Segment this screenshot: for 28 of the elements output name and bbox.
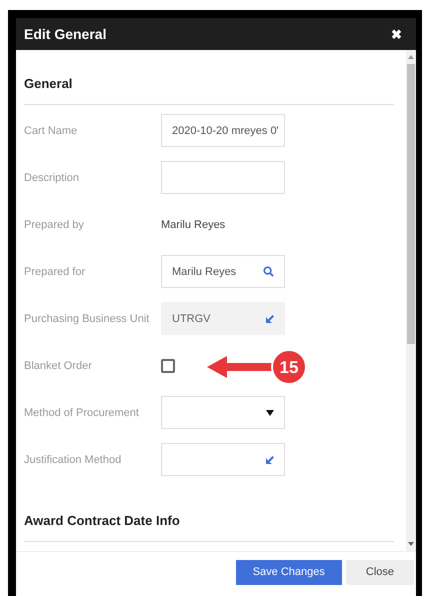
search-icon[interactable] [263, 266, 274, 277]
callout-drawing: 15 [207, 348, 307, 386]
close-button[interactable]: ✖ [391, 26, 402, 42]
scroll-up-icon[interactable] [408, 54, 414, 60]
field-label: Description [24, 172, 80, 184]
save-button[interactable]: Save Changes [236, 560, 342, 584]
section-title: Award Contract Date Info [24, 483, 394, 542]
field-label: Justification Method [24, 454, 122, 466]
field-label: Purchasing Business Unit [24, 312, 150, 324]
search-field[interactable]: Marilu Reyes [161, 255, 285, 288]
field-label: Blanket Order [24, 360, 93, 372]
arrow-icon[interactable] [266, 456, 274, 464]
dialog-title: Edit General [24, 26, 106, 42]
dropdown-field[interactable] [161, 396, 285, 429]
lookup-field[interactable] [161, 443, 285, 476]
text-field[interactable]: 2020-10-20 mreyes 0' [161, 114, 285, 147]
field-label: Cart Name [24, 124, 78, 136]
checkbox[interactable] [161, 358, 175, 372]
scroll-down-icon[interactable] [408, 541, 414, 547]
caret-icon[interactable] [266, 410, 274, 416]
text-field[interactable] [161, 161, 285, 194]
field-label: Method of Procurement [24, 406, 140, 418]
section-title: General [24, 50, 394, 105]
field-label: Prepared by [24, 218, 85, 230]
close-button[interactable]: Close [346, 560, 414, 584]
field-label: Prepared for [24, 266, 86, 278]
scrollbar[interactable] [406, 50, 416, 551]
field-value: Marilu Reyes [161, 218, 226, 230]
